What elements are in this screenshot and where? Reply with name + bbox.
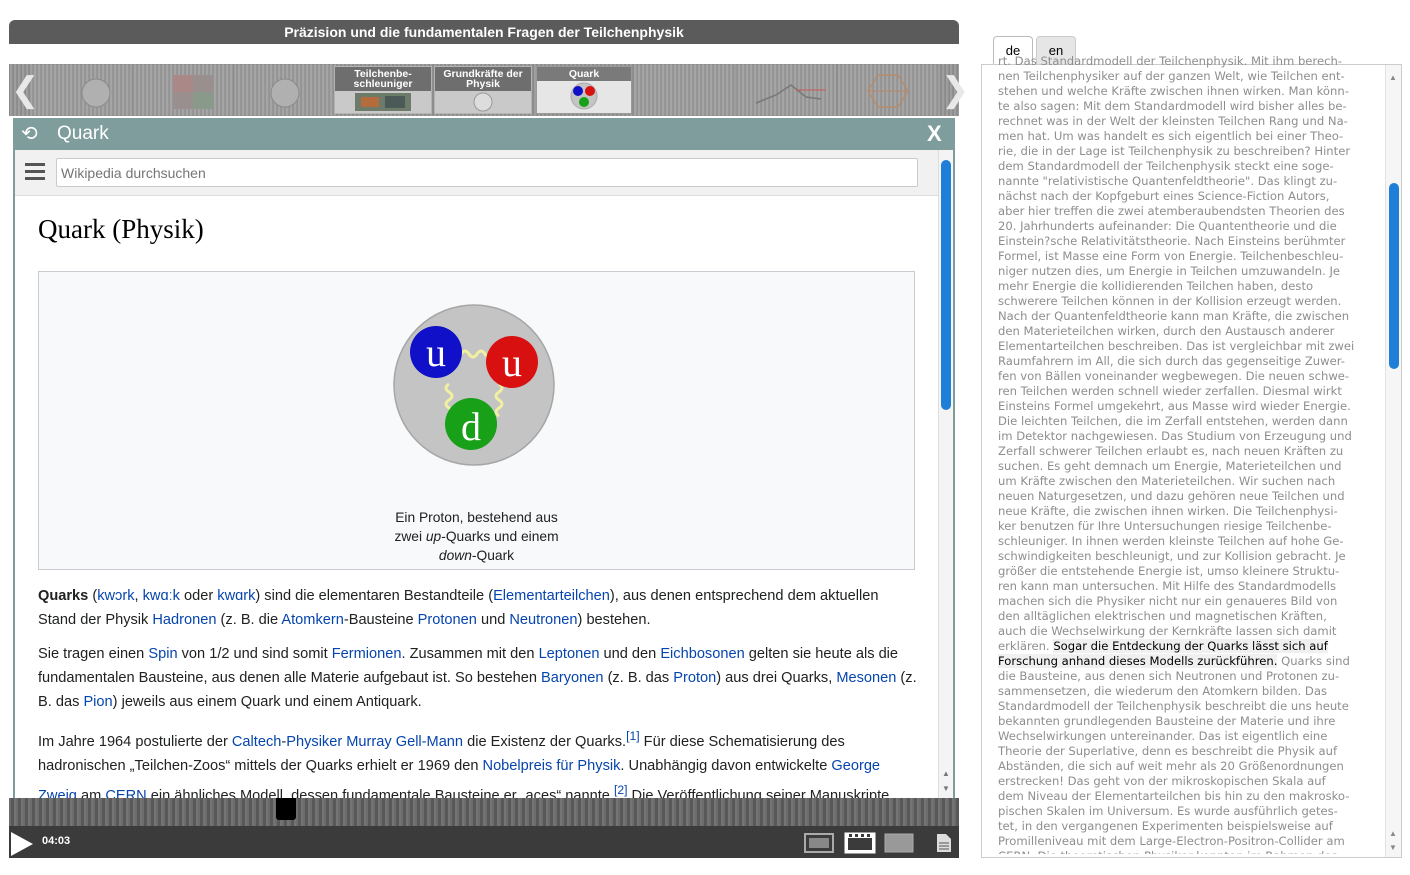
link[interactable]: Hadronen [152, 612, 216, 628]
wikipedia-globe-icon [270, 78, 300, 108]
transcript-scrollbar[interactable]: ▲ ▲ ▼ [1385, 65, 1401, 857]
scroll-up-arrow-icon[interactable]: ▲ [942, 769, 950, 778]
link[interactable]: Mesonen [836, 670, 896, 686]
wiki-search-input[interactable] [56, 158, 918, 187]
chapter-thumb[interactable] [235, 65, 335, 115]
quark-label: u [426, 330, 446, 375]
chapter-grundkraefte[interactable]: Grundkräfte der Physik [434, 66, 532, 114]
link[interactable]: Caltech [232, 734, 281, 750]
wiki-search-bar [15, 150, 938, 196]
fullscreen-toggle-icon[interactable] [884, 833, 914, 853]
filmstrip-toggle-icon[interactable] [804, 833, 834, 853]
link[interactable]: Protonen [418, 612, 477, 628]
feynman-diagram-icon [867, 74, 909, 108]
figure-box: u u d Ein Proton, bestehend aus zwei up-… [38, 271, 915, 570]
wikipedia-globe-icon [81, 78, 111, 108]
paragraph: Sie tragen einen Spin von 1/2 und sind s… [38, 646, 917, 710]
scroll-down-arrow-icon[interactable]: ▼ [1389, 843, 1397, 852]
filmstrip-next-arrow-icon[interactable]: ❯ [941, 70, 970, 110]
link[interactable]: Pion [83, 694, 112, 710]
chapter-thumb[interactable] [31, 65, 131, 115]
chapter-thumb[interactable] [838, 65, 938, 115]
link[interactable]: Neutronen [509, 612, 577, 628]
transcript-panel: rt. Das Standardmodell der Teilchenphysi… [981, 54, 1402, 858]
link[interactable]: Leptonen [539, 646, 600, 662]
proton-quarks-icon [570, 82, 598, 110]
back-reload-icon[interactable]: ⟲ [21, 118, 38, 150]
link[interactable]: Baryonen [541, 670, 603, 686]
timeline-scrubber[interactable] [9, 798, 959, 826]
reference-link[interactable]: [2] [614, 783, 628, 797]
accelerator-photo-icon [355, 93, 411, 111]
link[interactable]: Physiker Murray Gell-Mann [286, 734, 463, 750]
link[interactable]: Proton [673, 670, 716, 686]
paragraph: Im Jahre 1964 postulierte der Caltech-Ph… [38, 724, 918, 798]
chapter-teilchenbeschleuniger[interactable]: Teilchenbe-schleuniger [334, 66, 432, 114]
chapters-toggle-icon[interactable] [844, 832, 876, 854]
scrollbar-thumb[interactable] [941, 160, 951, 410]
scroll-up-arrow-icon[interactable]: ▲ [1389, 829, 1397, 838]
link[interactable]: Nobelpreis für Physik [483, 758, 621, 774]
chapter-thumb[interactable] [736, 65, 836, 115]
link[interactable]: kwɑːk [143, 588, 180, 604]
chapter-filmstrip: ❮ Teilchenbe-schleuniger Grundkräfte der… [9, 64, 970, 116]
wiki-article: Quark (Physik) u u d Ein Proton, bestehe… [15, 196, 938, 798]
overlay-title: Quark [57, 123, 109, 144]
playhead[interactable] [276, 798, 296, 820]
link[interactable]: CERN [105, 788, 146, 798]
article-body: Quarks (kwɔrk, kwɑːk oder kwɑrk) sind di… [38, 584, 918, 798]
scrollbar-thumb[interactable] [1389, 183, 1399, 369]
player-controls: 04:03 [9, 798, 959, 858]
article-scrollbar[interactable]: ▲ ▼ [938, 150, 953, 798]
chapter-quark[interactable]: Quark [536, 66, 632, 114]
figure-caption: Ein Proton, bestehend aus zwei up-Quarks… [394, 510, 559, 563]
article-heading: Quark (Physik) [38, 214, 204, 244]
scroll-up-arrow-icon[interactable]: ▲ [1389, 73, 1397, 82]
wikipedia-globe-icon [473, 92, 493, 112]
scroll-down-arrow-icon[interactable]: ▼ [942, 784, 950, 793]
link[interactable]: Fermionen [332, 646, 402, 662]
overlay-header: ⟲ Quark X [13, 118, 955, 150]
link[interactable]: Spin [148, 646, 177, 662]
link[interactable]: Atomkern [281, 612, 343, 628]
reference-link[interactable]: [1] [626, 729, 640, 743]
chapter-thumb[interactable] [634, 65, 734, 115]
chapter-label: Quark [537, 67, 631, 81]
link[interactable]: kwɔrk [97, 588, 134, 604]
particle-table-icon [173, 75, 213, 109]
hamburger-menu-icon[interactable] [25, 163, 45, 181]
transcript-text: rt. Das Standardmodell der Teilchenphysi… [998, 54, 1355, 854]
chapter-label: Teilchenbe-schleuniger [335, 67, 431, 91]
video-title: Präzision und die fundamentalen Fragen d… [9, 20, 959, 44]
quark-label: u [502, 340, 522, 385]
chapter-thumb[interactable] [133, 65, 233, 115]
link[interactable]: kwɑrk [217, 588, 255, 604]
wiki-overlay: ⟲ Quark X Quark (Physik) u u d [13, 118, 955, 798]
paragraph: Quarks (kwɔrk, kwɑːk oder kwɑrk) sind di… [38, 588, 879, 628]
play-icon[interactable] [11, 832, 33, 856]
chapter-label: Grundkräfte der Physik [435, 67, 531, 91]
link[interactable]: Elementarteilchen [493, 588, 610, 604]
transcript-document-icon[interactable] [936, 833, 952, 853]
quark-label: d [461, 404, 481, 449]
filmstrip-prev-arrow-icon[interactable]: ❮ [11, 70, 40, 110]
close-icon[interactable]: X [927, 118, 942, 150]
plot-thumbnail-icon [755, 84, 826, 104]
time-display: 04:03 [42, 835, 71, 847]
proton-quark-diagram: u u d [393, 304, 555, 466]
link[interactable]: Eichbosonen [660, 646, 744, 662]
